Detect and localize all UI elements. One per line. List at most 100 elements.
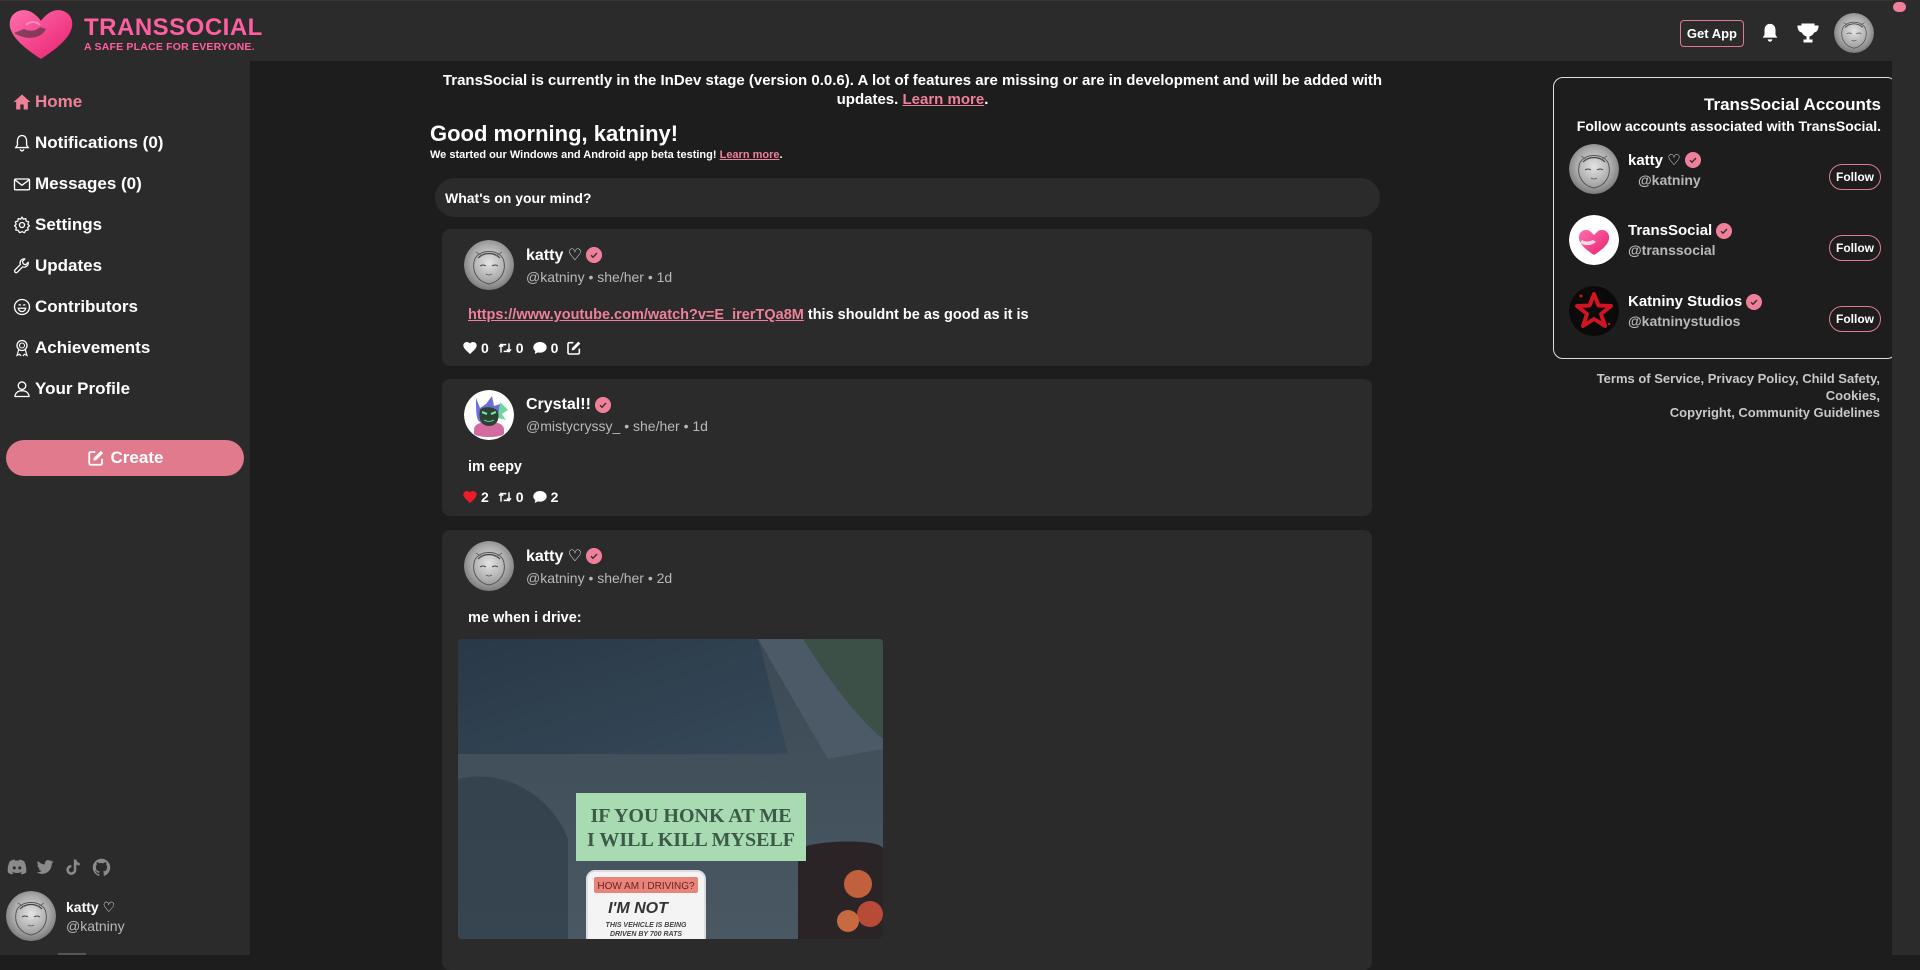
account-name[interactable]: katty ♡ [1628,151,1829,169]
verified-badge-icon [1746,294,1762,310]
discord-icon[interactable] [6,856,28,878]
svg-text:IF YOU HONK AT ME: IF YOU HONK AT ME [590,805,791,827]
get-app-button[interactable]: Get App [1679,19,1744,47]
comment-button[interactable]: 0 [532,340,558,356]
sidebar-item-home[interactable]: Home [12,81,163,122]
svg-text:THIS VEHICLE IS BEING: THIS VEHICLE IS BEING [606,922,687,929]
current-user-name: katty ♡ [66,898,116,915]
sidebar-item-label: Notifications (0) [35,132,164,152]
post-link[interactable]: https://www.youtube.com/watch?v=E_irerTQ… [468,307,804,323]
user-avatar[interactable] [1834,13,1874,53]
edit-icon [87,450,103,466]
avatar[interactable] [1569,286,1619,336]
follow-button[interactable]: Follow [1829,164,1881,190]
post-meta: @mistycryssy_ • she/her • 1d [526,418,708,434]
twitter-icon[interactable] [34,856,56,878]
account-handle: @transsocial [1628,242,1716,258]
edit-icon [567,341,581,355]
avatar[interactable] [464,390,514,440]
greeting: Good morning, katniny! We started our Wi… [430,121,783,161]
account-row: katty ♡ @katniny Follow [1569,144,1881,194]
legal-links: Terms of Service, Privacy Policy, Child … [1596,371,1880,420]
account-name[interactable]: TransSocial [1628,222,1829,239]
avatar[interactable] [464,240,514,290]
repost-button[interactable]: 0 [497,489,524,505]
legal-link-copyright[interactable]: Copyright [1670,405,1731,420]
sidebar-item-updates[interactable]: Updates [12,245,163,286]
post-card[interactable]: katty ♡ @katniny • she/her • 2d me when … [442,530,1372,970]
scrollbar-thumb[interactable] [1893,2,1906,12]
github-icon[interactable] [90,856,112,878]
rats-sticker: HOW AM I DRIVING? I'M NOT THIS VEHICLE I… [586,870,706,939]
post-author[interactable]: katty ♡ [526,245,672,265]
follow-button[interactable]: Follow [1829,306,1881,332]
legal-link-terms[interactable]: Terms of Service [1597,371,1701,386]
account-row: Katniny Studios @katninystudios Follow [1569,286,1881,336]
avatar[interactable] [464,541,514,591]
post-actions: 2 0 2 [462,489,558,505]
svg-text:I'M NOT: I'M NOT [608,900,669,917]
heart-hand-logo-icon [9,10,73,59]
post-card[interactable]: Crystal!! @mistycryssy_ • she/her • 1d i… [442,379,1372,516]
user-icon [14,380,30,397]
bell-icon[interactable] [1758,21,1782,45]
post-content: im eepy [468,459,522,475]
post-composer-input[interactable]: What's on your mind? [435,178,1380,217]
greeting-title: Good morning, katniny! [430,121,679,146]
page-scrollbar[interactable] [1892,0,1920,955]
current-user-handle: @katniny [66,917,125,934]
post-image[interactable]: IF YOU HONK AT ME I WILL KILL MYSELF HOW… [458,639,883,939]
tiktok-icon[interactable] [62,856,84,878]
repost-button[interactable]: 0 [497,340,524,356]
repost-icon [498,492,512,502]
legal-link-child-safety[interactable]: Child Safety [1802,371,1876,386]
create-button[interactable]: Create [6,440,244,476]
sidebar-item-label: Your Profile [35,378,131,398]
account-handle: @katninystudios [1628,313,1741,329]
logo[interactable]: TRANSSOCIAL A SAFE PLACE FOR EVERYONE. [6,7,263,61]
post-card[interactable]: katty ♡ @katniny • she/her • 1d https://… [442,229,1372,366]
sidebar-item-settings[interactable]: Settings [12,204,163,245]
edit-post-button[interactable] [566,340,582,356]
account-name[interactable]: Katniny Studios [1628,293,1829,310]
car-bumper-stickers-photo: IF YOU HONK AT ME I WILL KILL MYSELF HOW… [458,639,883,939]
heart-icon [463,342,477,354]
transsocial-accounts-panel: TransSocial Accounts Follow accounts ass… [1553,77,1897,359]
sidebar-item-achievements[interactable]: Achievements [12,327,163,368]
app-tagline: A SAFE PLACE FOR EVERYONE. [84,40,255,53]
bell-icon [14,134,30,152]
svg-text:DRIVEN BY 700 RATS: DRIVEN BY 700 RATS [610,931,682,938]
avatar[interactable] [1569,215,1619,265]
sidebar-item-your-profile[interactable]: Your Profile [12,368,163,409]
legal-link-privacy[interactable]: Privacy Policy [1708,371,1795,386]
main-feed: TransSocial is currently in the InDev st… [250,61,1897,970]
sidebar-item-label: Achievements [35,337,151,357]
banner-learn-more-link[interactable]: Learn more [902,91,984,108]
avatar[interactable] [1569,144,1619,194]
post-author[interactable]: Crystal!! [526,396,708,414]
like-button[interactable]: 0 [462,340,489,356]
envelope-icon [13,177,31,190]
verified-badge-icon [1716,223,1732,239]
greeting-subtitle: We started our Windows and Android app b… [430,149,783,161]
award-icon [16,339,28,357]
svg-text:HOW AM I DRIVING?: HOW AM I DRIVING? [597,881,695,892]
legal-link-community-guidelines[interactable]: Community Guidelines [1738,405,1880,420]
app-title: TRANSSOCIAL [84,13,263,41]
post-author[interactable]: katty ♡ [526,546,672,566]
top-bar: TRANSSOCIAL A SAFE PLACE FOR EVERYONE. G… [0,0,1892,61]
sidebar-item-messages[interactable]: Messages (0) [12,163,163,204]
svg-text:I WILL KILL MYSELF: I WILL KILL MYSELF [587,829,795,851]
follow-button[interactable]: Follow [1829,235,1881,261]
account-row: TransSocial @transsocial Follow [1569,215,1881,265]
post-content: https://www.youtube.com/watch?v=E_irerTQ… [468,307,1029,323]
sidebar-item-notifications[interactable]: Notifications (0) [12,122,163,163]
comment-button[interactable]: 2 [532,489,558,505]
sidebar-item-contributors[interactable]: Contributors [12,286,163,327]
legal-link-cookies[interactable]: Cookies [1826,388,1877,403]
trophy-icon[interactable] [1796,21,1820,45]
sidebar-item-label: Home [35,91,83,111]
beta-learn-more-link[interactable]: Learn more [720,149,780,161]
like-button[interactable]: 2 [462,489,489,505]
current-user[interactable]: katty ♡ @katniny [6,891,125,941]
